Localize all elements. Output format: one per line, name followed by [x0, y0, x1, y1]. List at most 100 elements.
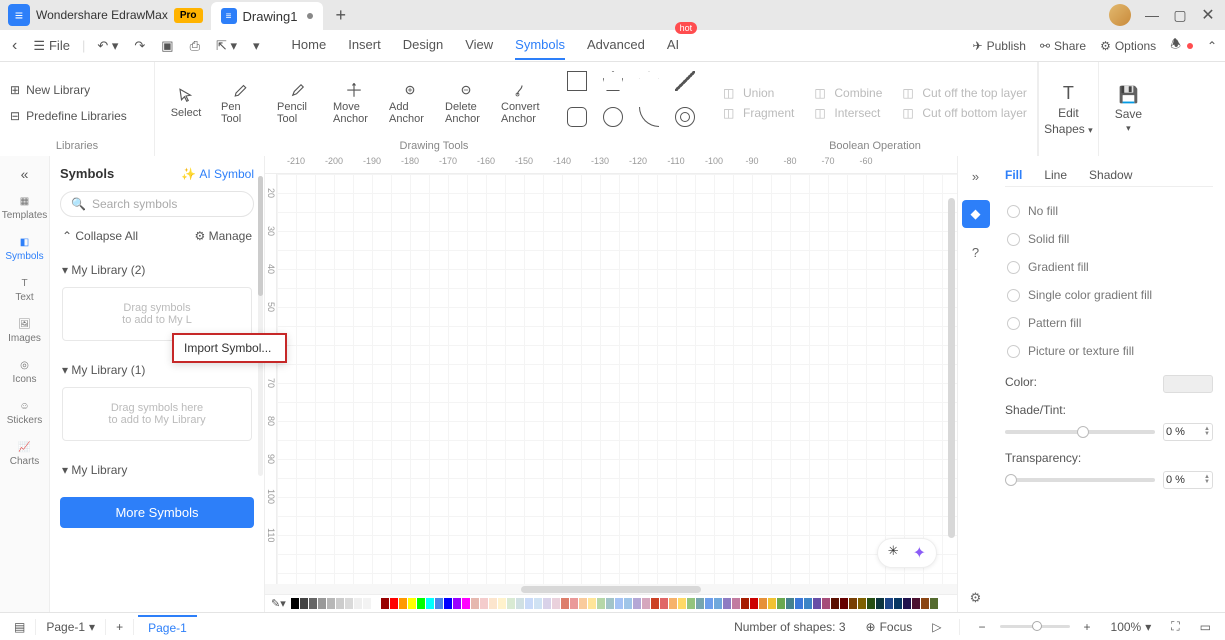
palette-swatch[interactable]: [750, 598, 758, 609]
palette-swatch[interactable]: [525, 598, 533, 609]
palette-swatch[interactable]: [642, 598, 650, 609]
menu-view[interactable]: View: [465, 31, 493, 60]
palette-swatch[interactable]: [408, 598, 416, 609]
back-button[interactable]: ‹: [8, 35, 21, 57]
nav-icons[interactable]: ◎Icons: [5, 352, 45, 393]
transparency-slider[interactable]: [1005, 478, 1155, 482]
palette-swatch[interactable]: [336, 598, 344, 609]
palette-swatch[interactable]: [822, 598, 830, 609]
shape-star[interactable]: [639, 71, 659, 91]
shape-rounded-rect[interactable]: [567, 107, 587, 127]
menu-insert[interactable]: Insert: [348, 31, 381, 60]
palette-swatch[interactable]: [768, 598, 776, 609]
minimize-button[interactable]: —: [1145, 7, 1159, 23]
fill-gradient[interactable]: Gradient fill: [1005, 253, 1213, 281]
search-symbols-input[interactable]: 🔍 Search symbols: [60, 191, 254, 217]
palette-swatch[interactable]: [669, 598, 677, 609]
palette-swatch[interactable]: [624, 598, 632, 609]
new-library-button[interactable]: ⊞New Library: [10, 83, 144, 97]
palette-swatch[interactable]: [885, 598, 893, 609]
shape-pentagon[interactable]: [603, 71, 623, 91]
palette-swatch[interactable]: [300, 598, 308, 609]
palette-swatch[interactable]: [534, 598, 542, 609]
fill-tool-icon[interactable]: ◆: [962, 200, 990, 228]
canvas-vscroll[interactable]: [948, 198, 955, 538]
fill-picture[interactable]: Picture or texture fill: [1005, 337, 1213, 365]
options-button[interactable]: ⚙ Options: [1100, 35, 1156, 56]
settings-gear-icon[interactable]: ⚙: [962, 584, 990, 612]
palette-swatch[interactable]: [741, 598, 749, 609]
palette-swatch[interactable]: [903, 598, 911, 609]
palette-swatch[interactable]: [552, 598, 560, 609]
menu-ai[interactable]: AIhot: [667, 31, 679, 60]
palette-swatch[interactable]: [678, 598, 686, 609]
nav-templates[interactable]: ▦Templates: [5, 188, 45, 229]
palette-swatch[interactable]: [696, 598, 704, 609]
palette-swatch[interactable]: [606, 598, 614, 609]
print-icon[interactable]: ⎙: [186, 36, 204, 56]
palette-swatch[interactable]: [561, 598, 569, 609]
palette-swatch[interactable]: [804, 598, 812, 609]
palette-swatch[interactable]: [597, 598, 605, 609]
palette-swatch[interactable]: [588, 598, 596, 609]
maximize-button[interactable]: ▢: [1173, 7, 1187, 24]
palette-swatch[interactable]: [687, 598, 695, 609]
fill-single-gradient[interactable]: Single color gradient fill: [1005, 281, 1213, 309]
palette-swatch[interactable]: [876, 598, 884, 609]
fit-page-icon[interactable]: ⛶: [1165, 619, 1185, 634]
close-button[interactable]: ✕: [1201, 5, 1215, 25]
palette-swatch[interactable]: [786, 598, 794, 609]
palette-swatch[interactable]: [345, 598, 353, 609]
palette-swatch[interactable]: [615, 598, 623, 609]
palette-swatch[interactable]: [417, 598, 425, 609]
collapse-sidebar[interactable]: «: [15, 160, 35, 188]
publish-button[interactable]: ✈ Publish: [973, 35, 1026, 56]
palette-swatch[interactable]: [651, 598, 659, 609]
palette-swatch[interactable]: [777, 598, 785, 609]
palette-swatch[interactable]: [309, 598, 317, 609]
collapse-all-button[interactable]: ⌃ Collapse All: [62, 229, 138, 243]
convert-anchor-tool[interactable]: Convert Anchor: [501, 81, 543, 125]
palette-swatch[interactable]: [570, 598, 578, 609]
palette-swatch[interactable]: [462, 598, 470, 609]
user-avatar[interactable]: [1109, 4, 1131, 26]
notifications-icon[interactable]: 🕭: [1170, 35, 1193, 56]
export-icon[interactable]: ⇱ ▾: [212, 36, 241, 56]
library-header-0[interactable]: ▾ My Library (2): [62, 257, 252, 283]
nav-text[interactable]: TText: [5, 270, 45, 311]
palette-swatch[interactable]: [795, 598, 803, 609]
more-quick[interactable]: ▾: [249, 36, 264, 56]
shade-value[interactable]: 0 %▲▼: [1163, 423, 1213, 441]
pen-tool[interactable]: Pen Tool: [221, 81, 263, 125]
menu-symbols[interactable]: Symbols: [515, 31, 565, 60]
palette-swatch[interactable]: [858, 598, 866, 609]
palette-swatch[interactable]: [516, 598, 524, 609]
library-header-2[interactable]: ▾ My Library: [62, 457, 252, 483]
transparency-value[interactable]: 0 %▲▼: [1163, 471, 1213, 489]
palette-swatch[interactable]: [921, 598, 929, 609]
canvas[interactable]: ✳ ✦: [277, 174, 957, 584]
file-menu[interactable]: ☰ File: [29, 36, 74, 56]
menu-home[interactable]: Home: [292, 31, 327, 60]
shape-arc[interactable]: [639, 107, 659, 127]
palette-swatch[interactable]: [480, 598, 488, 609]
palette-swatch[interactable]: [723, 598, 731, 609]
context-menu-import-symbol[interactable]: Import Symbol...: [172, 333, 287, 363]
add-anchor-tool[interactable]: Add Anchor: [389, 81, 431, 125]
move-anchor-tool[interactable]: Move Anchor: [333, 81, 375, 125]
palette-swatch[interactable]: [831, 598, 839, 609]
palette-swatch[interactable]: [759, 598, 767, 609]
palette-swatch[interactable]: [849, 598, 857, 609]
palette-swatch[interactable]: [633, 598, 641, 609]
manage-button[interactable]: ⚙ Manage: [195, 229, 252, 243]
save-button[interactable]: 💾 Save ▾: [1098, 62, 1158, 156]
union-button[interactable]: ◫Union: [723, 86, 794, 100]
shape-line[interactable]: [675, 71, 695, 91]
combine-button[interactable]: ◫Combine: [814, 86, 882, 100]
palette-swatch[interactable]: [813, 598, 821, 609]
help-icon[interactable]: ?: [962, 238, 990, 266]
color-palette-bar[interactable]: ✎▾: [265, 594, 957, 612]
palette-swatch[interactable]: [579, 598, 587, 609]
add-page-button[interactable]: +: [110, 620, 129, 634]
palette-swatch[interactable]: [867, 598, 875, 609]
